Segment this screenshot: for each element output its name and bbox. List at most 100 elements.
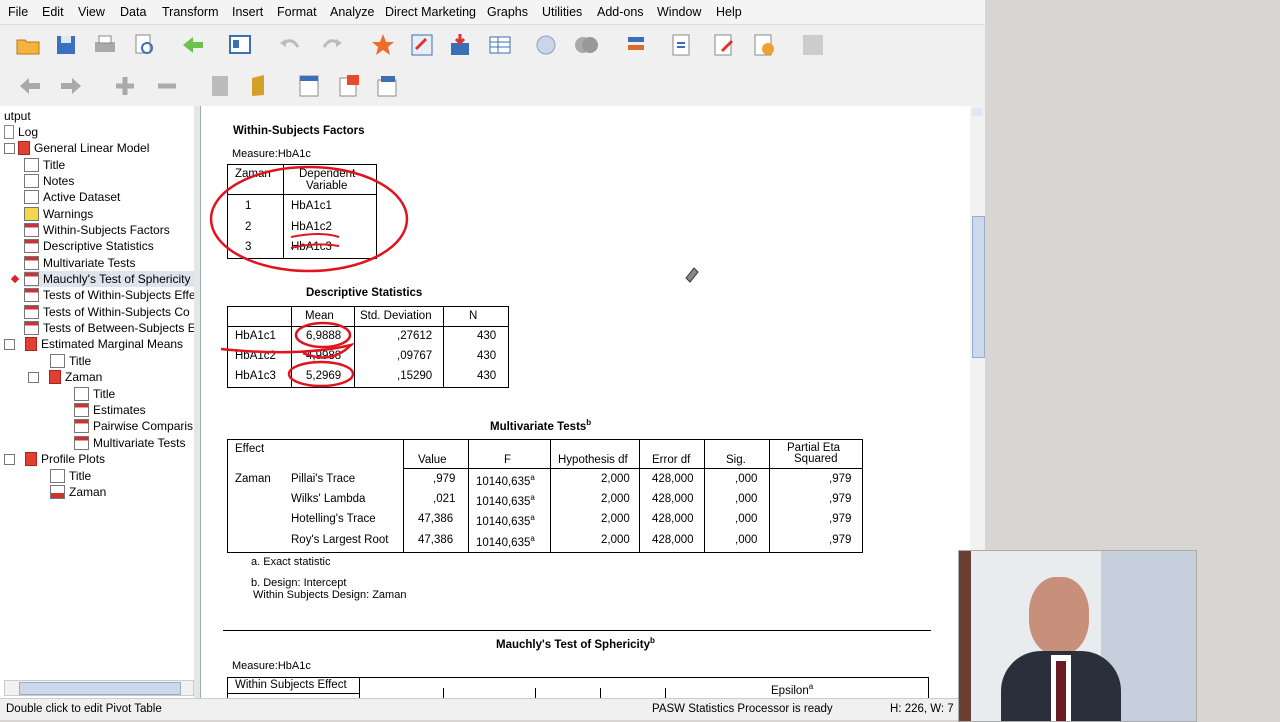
tree-item-zaman-title[interactable]: Title bbox=[74, 386, 115, 402]
tree-item-profile-zaman[interactable]: Zaman bbox=[50, 484, 106, 500]
tree-item-title[interactable]: Title bbox=[24, 157, 65, 173]
menu-addons[interactable]: Add-ons bbox=[597, 5, 644, 19]
disabled-tool-icon[interactable] bbox=[797, 29, 829, 61]
menu-utilities[interactable]: Utilities bbox=[542, 5, 582, 19]
redo-icon[interactable] bbox=[316, 29, 348, 61]
use-variable-sets-icon[interactable] bbox=[530, 29, 562, 61]
menu-view[interactable]: View bbox=[78, 5, 105, 19]
page-icon bbox=[24, 158, 39, 172]
insert-title-icon[interactable] bbox=[333, 70, 365, 102]
folder-book-icon bbox=[25, 337, 37, 351]
log-icon bbox=[4, 125, 14, 139]
menu-format[interactable]: Format bbox=[277, 5, 317, 19]
tree-item-multivariate-tests[interactable]: Multivariate Tests bbox=[24, 255, 135, 271]
print-preview-icon[interactable] bbox=[128, 29, 160, 61]
tree-item-active-dataset[interactable]: Active Dataset bbox=[24, 189, 120, 205]
menu-edit[interactable]: Edit bbox=[42, 5, 64, 19]
page-icon bbox=[74, 387, 89, 401]
save-icon[interactable] bbox=[50, 29, 82, 61]
scroll-thumb[interactable] bbox=[972, 216, 985, 358]
expand-icon[interactable] bbox=[109, 70, 141, 102]
menu-transform[interactable]: Transform bbox=[162, 5, 219, 19]
table-icon bbox=[74, 436, 89, 450]
tree-item-mauchly[interactable]: Mauchly's Test of Sphericity bbox=[24, 271, 195, 287]
chart-icon bbox=[50, 485, 65, 499]
select-last-output-icon[interactable] bbox=[666, 29, 698, 61]
menu-direct-marketing[interactable]: Direct Marketing bbox=[385, 5, 476, 19]
current-item-arrow-icon bbox=[10, 274, 20, 284]
open-icon[interactable] bbox=[12, 29, 44, 61]
show-all-variables-icon[interactable] bbox=[570, 29, 602, 61]
tree-item-emm-title[interactable]: Title bbox=[50, 353, 91, 369]
wsf-table[interactable]: Zaman Dependent Variable 1 HbA1c1 2 HbA1… bbox=[227, 164, 377, 259]
tree-item-between-effects[interactable]: Tests of Between-Subjects E bbox=[24, 320, 196, 336]
menu-insert[interactable]: Insert bbox=[232, 5, 263, 19]
promote-icon[interactable] bbox=[14, 70, 46, 102]
tree-item-emm[interactable]: Estimated Marginal Means bbox=[4, 336, 183, 352]
show-icon[interactable] bbox=[204, 70, 236, 102]
menu-window[interactable]: Window bbox=[657, 5, 701, 19]
tree-item-profile-title[interactable]: Title bbox=[50, 468, 91, 484]
print-icon[interactable] bbox=[89, 29, 121, 61]
table-icon bbox=[24, 272, 39, 286]
variables-icon[interactable] bbox=[484, 29, 516, 61]
folder-book-icon bbox=[18, 141, 30, 155]
tree-root-output[interactable]: utput bbox=[4, 108, 31, 124]
menu-graphs[interactable]: Graphs bbox=[487, 5, 528, 19]
hide-icon[interactable] bbox=[244, 70, 276, 102]
table-icon bbox=[74, 403, 89, 417]
tree-item-profile-plots[interactable]: Profile Plots bbox=[4, 451, 105, 467]
multivariate-table[interactable]: Effect Value F Hypothesis df Error df Si… bbox=[227, 439, 863, 553]
presenter-head bbox=[1029, 577, 1089, 655]
tree-item-log[interactable]: Log bbox=[4, 124, 38, 140]
tree-item-zaman-multivariate[interactable]: Multivariate Tests bbox=[74, 435, 185, 451]
goto-data-icon[interactable] bbox=[367, 29, 399, 61]
scroll-thumb[interactable] bbox=[19, 682, 181, 695]
create-edit-icon[interactable] bbox=[708, 29, 740, 61]
tree-item-within-effects[interactable]: Tests of Within-Subjects Effe bbox=[24, 287, 196, 303]
pen-cursor-icon bbox=[685, 267, 699, 283]
desc-table[interactable]: Mean Std. Deviation N HbA1c1 6,9888 ,276… bbox=[227, 306, 509, 388]
menu-analyze[interactable]: Analyze bbox=[330, 5, 374, 19]
recall-dialog-icon[interactable] bbox=[224, 29, 256, 61]
mauchly-title: Mauchly's Test of Sphericityb bbox=[496, 636, 655, 651]
table-icon bbox=[74, 419, 89, 433]
outline-horizontal-scrollbar[interactable] bbox=[4, 680, 194, 696]
outline-pane: utput Log General Linear Model Title Not… bbox=[0, 106, 196, 698]
tree-item-glm[interactable]: General Linear Model bbox=[4, 140, 149, 156]
status-processor: PASW Statistics Processor is ready bbox=[652, 703, 833, 715]
insert-text-icon[interactable] bbox=[371, 70, 403, 102]
goto-case-icon[interactable] bbox=[406, 29, 438, 61]
tree-item-zaman[interactable]: Zaman bbox=[28, 369, 102, 385]
designate-window-icon[interactable] bbox=[620, 29, 652, 61]
table-icon bbox=[24, 305, 39, 319]
tree-item-estimates[interactable]: Estimates bbox=[74, 402, 146, 418]
presenter-webcam bbox=[958, 550, 1197, 722]
undo-icon[interactable] bbox=[274, 29, 306, 61]
tree-item-within-contrasts[interactable]: Tests of Within-Subjects Co bbox=[24, 304, 190, 320]
mauchly-table[interactable]: Within Subjects Effect Epsilona bbox=[227, 677, 929, 698]
menu-data[interactable]: Data bbox=[120, 5, 146, 19]
tree-item-notes[interactable]: Notes bbox=[24, 173, 74, 189]
page-icon bbox=[24, 174, 39, 188]
tree-item-descriptive-statistics[interactable]: Descriptive Statistics bbox=[24, 238, 154, 254]
collapse-icon[interactable] bbox=[151, 70, 183, 102]
desc-title: Descriptive Statistics bbox=[306, 287, 423, 299]
menu-help[interactable]: Help bbox=[716, 5, 742, 19]
tree-item-pairwise[interactable]: Pairwise Comparis bbox=[74, 418, 193, 434]
toolbar-main bbox=[0, 25, 985, 65]
multi-footnote-b2: Within Subjects Design: Zaman bbox=[253, 589, 407, 601]
export-icon[interactable] bbox=[177, 29, 209, 61]
status-hint: Double click to edit Pivot Table bbox=[6, 703, 162, 715]
tree-item-warnings[interactable]: Warnings bbox=[24, 206, 93, 222]
minus-box-icon bbox=[4, 453, 15, 465]
scroll-up-icon[interactable] bbox=[972, 108, 983, 116]
tree-item-within-subjects-factors[interactable]: Within-Subjects Factors bbox=[24, 222, 170, 238]
goto-variable-icon[interactable] bbox=[444, 29, 476, 61]
demote-icon[interactable] bbox=[55, 70, 87, 102]
insert-heading-icon[interactable] bbox=[293, 70, 325, 102]
table-icon bbox=[24, 288, 39, 302]
autoscript-icon[interactable] bbox=[748, 29, 780, 61]
menu-file[interactable]: File bbox=[8, 5, 28, 19]
menu-bar: File Edit View Data Transform Insert For… bbox=[0, 0, 985, 25]
